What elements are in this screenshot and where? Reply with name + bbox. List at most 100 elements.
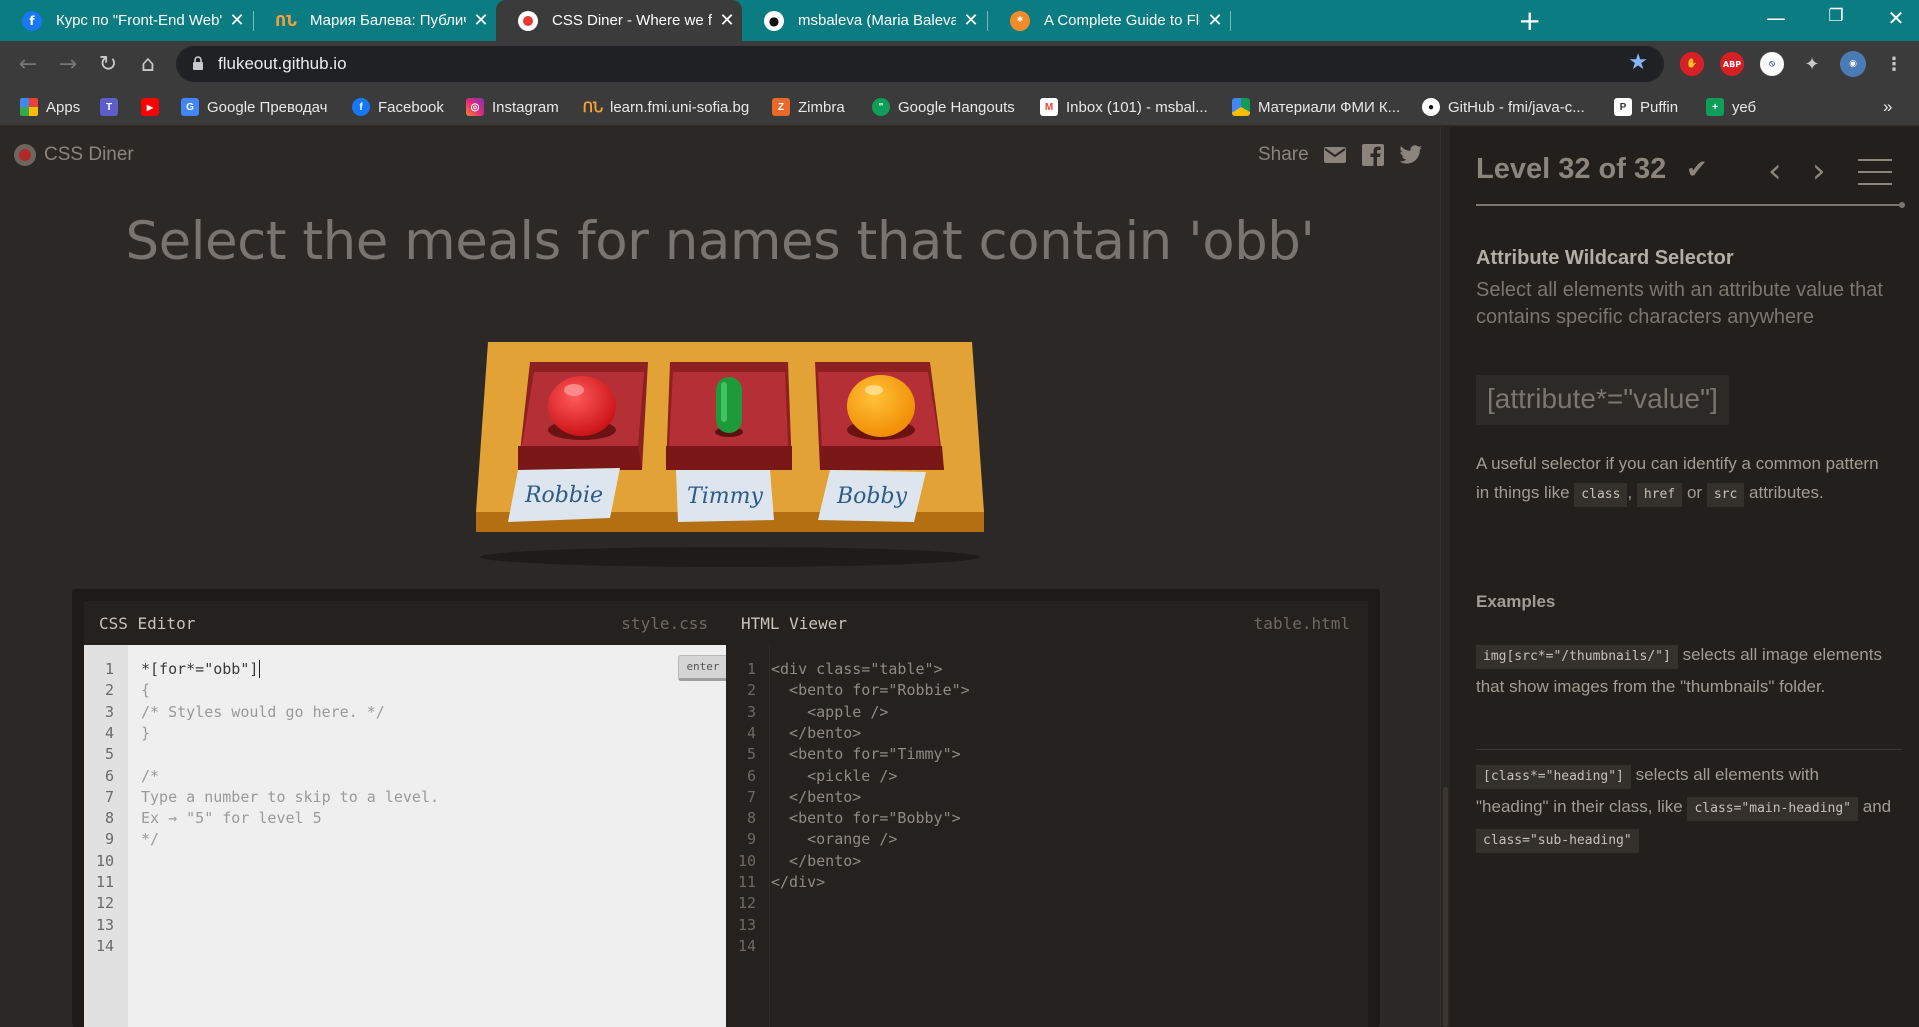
chrome-menu-icon[interactable]: ⋮	[1882, 52, 1906, 76]
minimize-icon[interactable]: —	[1756, 6, 1796, 30]
privacy-extension-icon[interactable]: ⦸	[1760, 52, 1784, 76]
line-number: 7	[746, 787, 756, 806]
lock-icon	[193, 56, 203, 70]
code-tag: [class*="heading"]	[1476, 765, 1631, 789]
close-tab-icon[interactable]: ✕	[222, 10, 252, 31]
checkmark-icon: ✔	[1686, 155, 1708, 185]
abp-icon[interactable]: ABP	[1720, 52, 1744, 76]
line-number: 3	[104, 702, 114, 721]
css-editor[interactable]: 1 2 3 4 5 6 7 8 9 10 11 12 13 14 *[for*="obb"] {/* St…	[84, 645, 728, 1027]
bookmark-teams[interactable]: T	[100, 88, 126, 126]
level-sidebar: Level 32 of 32 ✔ ‹ › Attribute Wildcard …	[1450, 127, 1919, 1027]
code-line: {	[141, 681, 151, 700]
bookmark-github[interactable]: ● GitHub - fmi/java-c...	[1422, 88, 1585, 126]
instagram-icon: ◎	[466, 98, 484, 116]
line-number: 14	[737, 936, 756, 955]
reload-icon[interactable]: ↻	[94, 51, 122, 79]
adblock-icon[interactable]: ✋	[1680, 52, 1704, 76]
code-line: </bento>	[771, 787, 862, 806]
github-icon: ●	[1422, 98, 1440, 116]
code-line: Ex → "5" for level 5	[141, 809, 322, 828]
html-viewer-header: HTML Viewer table.html	[726, 601, 1368, 645]
bookmark-zimbra[interactable]: Z Zimbra	[772, 88, 845, 126]
line-number: 4	[104, 723, 114, 742]
bookmark-gmail[interactable]: M Inbox (101) - msbal...	[1040, 88, 1208, 126]
facebook-share-icon[interactable]	[1361, 144, 1385, 166]
bookmark-web[interactable]: + уеб	[1706, 88, 1756, 126]
tab-flexbox-guide[interactable]: * A Complete Guide to Flexbox | CSS ✕	[988, 0, 1230, 41]
bookmark-apps[interactable]: Apps	[20, 88, 80, 126]
plate-logo-icon	[14, 144, 36, 166]
bookmark-google-translate[interactable]: G Google Преводач	[181, 88, 327, 126]
more-bookmarks-button[interactable]: »	[1883, 88, 1892, 126]
line-number: 10	[95, 851, 114, 870]
tab-github[interactable]: ● msbaleva (Maria Baleva) ✕	[742, 0, 986, 41]
divider	[1476, 749, 1902, 750]
bookmark-learn-fmi[interactable]: ՈՆ learn.fmi.uni-sofia.bg	[583, 88, 749, 126]
enter-button[interactable]: enter	[678, 655, 728, 681]
line-number: 1	[104, 660, 114, 678]
code-line: <bento for="Bobby">	[771, 809, 961, 828]
code-tag: class	[1574, 483, 1628, 507]
back-icon[interactable]: ←	[14, 51, 42, 79]
close-window-icon[interactable]: ✕	[1876, 6, 1916, 30]
bookmark-youtube[interactable]: ▶	[141, 88, 167, 126]
share-label: Share	[1258, 144, 1309, 165]
tab-strip: f Курс по "Front-End Web" 2020 | ✕ ՈՆ Ма…	[0, 0, 1919, 41]
code-line: </bento>	[771, 851, 862, 870]
name-tag-robbie: Robbie	[508, 468, 620, 522]
github-icon: ●	[764, 10, 784, 31]
google-translate-icon: G	[181, 98, 199, 116]
home-icon[interactable]: ⌂	[134, 51, 162, 79]
youtube-icon: ▶	[141, 98, 159, 116]
address-toolbar: ← → ↻ ⌂ flukeout.github.io ★ ✋ ABP ⦸ ✦ ◉…	[0, 41, 1919, 88]
google-drive-icon	[1232, 98, 1250, 116]
apps-grid-icon	[20, 98, 38, 116]
next-level-icon[interactable]: ›	[1812, 151, 1826, 191]
line-number: 6	[746, 766, 756, 785]
line-number: 2	[746, 681, 756, 700]
previous-level-icon[interactable]: ‹	[1768, 151, 1782, 191]
code-line: Type a number to skip to a level.	[141, 787, 440, 806]
new-tab-button[interactable]: +	[1518, 4, 1541, 37]
bookmark-facebook[interactable]: f Facebook	[352, 88, 444, 126]
bookmark-drive[interactable]: Материали ФМИ К...	[1232, 88, 1400, 126]
logo[interactable]: CSS Diner	[14, 144, 134, 166]
line-number: 6	[104, 766, 114, 785]
tab-title: Курс по "Front-End Web" 2020 |	[56, 12, 222, 29]
forward-icon[interactable]: →	[54, 51, 82, 79]
close-tab-icon[interactable]: ✕	[956, 10, 986, 31]
extensions-puzzle-icon[interactable]: ✦	[1800, 52, 1824, 76]
code-line: <bento for="Timmy">	[771, 745, 961, 764]
css-selector-input[interactable]: *[for*="obb"]	[141, 660, 261, 678]
orange-icon[interactable]	[847, 375, 915, 440]
tab-css-diner[interactable]: CSS Diner - Where we feast on CSS ✕	[496, 0, 742, 41]
facebook-icon: f	[352, 98, 370, 116]
bookmark-instagram[interactable]: ◎ Instagram	[466, 88, 559, 126]
apple-icon[interactable]	[548, 376, 616, 440]
url-text[interactable]: flukeout.github.io	[218, 54, 347, 74]
address-bar[interactable]: flukeout.github.io ★	[176, 46, 1664, 82]
tab-facebook-course[interactable]: f Курс по "Front-End Web" 2020 | ✕	[0, 0, 252, 41]
twitter-icon[interactable]	[1399, 144, 1423, 166]
line-numbers: 1 2 3 4 5 6 7 8 9 10 11 12 13 14	[84, 645, 128, 1027]
level-menu-icon[interactable]	[1858, 159, 1892, 185]
code-tag: class="sub-heading"	[1476, 829, 1639, 853]
bookmark-hangouts[interactable]: " Google Hangouts	[872, 88, 1015, 126]
code-line: <pickle />	[771, 766, 898, 785]
email-icon[interactable]	[1323, 144, 1347, 166]
line-number: 8	[746, 809, 756, 828]
tab-profile[interactable]: ՈՆ Мария Балева: Публичен профил ✕	[254, 0, 496, 41]
scrollbar[interactable]	[1440, 127, 1450, 1027]
line-number: 3	[746, 702, 756, 721]
line-number: 9	[746, 830, 756, 849]
bookmark-puffin[interactable]: P Puffin	[1614, 88, 1678, 126]
bookmark-star-icon[interactable]: ★	[1628, 50, 1648, 75]
code-line: </div>	[771, 873, 826, 891]
profile-avatar[interactable]: ◉	[1840, 51, 1866, 77]
selector-name: Attribute Wildcard Selector	[1476, 247, 1734, 269]
close-tab-icon[interactable]: ✕	[466, 10, 496, 31]
close-tab-icon[interactable]: ✕	[712, 10, 742, 31]
restore-icon[interactable]: ❐	[1816, 6, 1856, 26]
close-tab-icon[interactable]: ✕	[1200, 10, 1230, 31]
